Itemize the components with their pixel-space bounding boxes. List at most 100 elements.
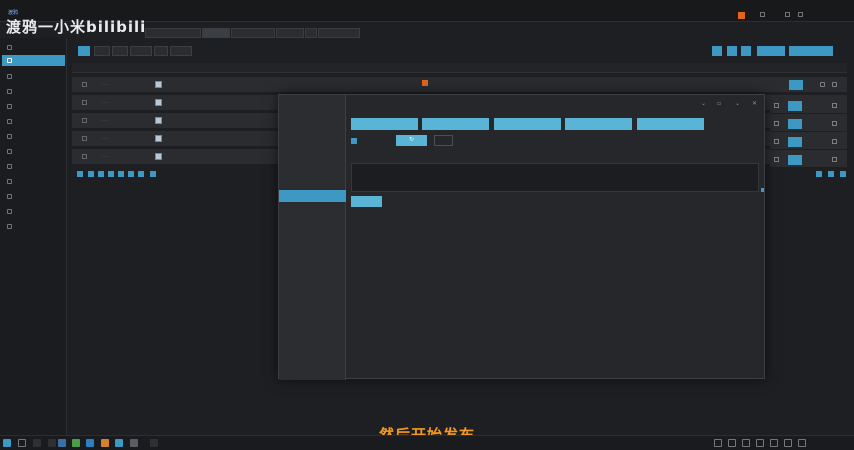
search-icon[interactable] — [18, 439, 26, 447]
row-edit-icon[interactable] — [774, 103, 779, 108]
table-row-right[interactable] — [770, 134, 847, 150]
page-last-button[interactable] — [128, 171, 134, 177]
table-row[interactable]: · · · — [72, 77, 847, 93]
sidebar-item[interactable] — [2, 116, 65, 127]
sidebar-item[interactable] — [2, 86, 65, 97]
row-checkbox[interactable] — [82, 118, 87, 123]
start-icon[interactable] — [3, 439, 11, 447]
tab-item[interactable] — [305, 28, 317, 38]
dialog-nav-item-active[interactable] — [279, 190, 346, 202]
dialog-nav-item[interactable] — [279, 165, 346, 177]
close-icon[interactable]: ✕ — [752, 100, 757, 107]
dialog-nav-item[interactable] — [279, 99, 346, 111]
app-icon[interactable] — [130, 439, 138, 447]
row-more-icon[interactable] — [832, 121, 837, 126]
page-first-button[interactable] — [77, 171, 83, 177]
edit-button[interactable] — [727, 46, 737, 56]
row-edit-icon[interactable] — [774, 121, 779, 126]
dialog-nav-item[interactable] — [279, 205, 346, 217]
scroll-handle[interactable] — [761, 188, 764, 192]
tab-item-active[interactable] — [202, 28, 230, 38]
log-output[interactable] — [351, 163, 759, 192]
sidebar-item[interactable] — [2, 191, 65, 202]
action-button[interactable] — [789, 46, 833, 56]
row-tag[interactable] — [788, 155, 802, 165]
app-icon[interactable] — [48, 439, 56, 447]
tray-icon[interactable] — [714, 439, 722, 447]
help-icon[interactable] — [785, 12, 790, 17]
tray-icon[interactable] — [770, 439, 778, 447]
action-button[interactable] — [565, 118, 632, 130]
window-icon[interactable] — [798, 12, 803, 17]
page-number-button[interactable] — [98, 171, 104, 177]
settings-icon[interactable] — [760, 12, 765, 17]
row-more-icon[interactable] — [832, 82, 837, 87]
delete-button[interactable] — [741, 46, 751, 56]
app-icon[interactable] — [150, 439, 158, 447]
dialog-nav-item[interactable] — [279, 133, 346, 145]
add-button[interactable] — [712, 46, 722, 56]
collapse-icon[interactable]: ⌄ — [735, 100, 740, 107]
toolbar-button[interactable] — [154, 46, 168, 56]
row-checkbox[interactable] — [82, 100, 87, 105]
sidebar-item[interactable] — [2, 71, 65, 82]
toolbar-button[interactable] — [94, 46, 110, 56]
tab-item[interactable] — [318, 28, 360, 38]
tray-icon[interactable] — [742, 439, 750, 447]
sidebar-item[interactable] — [2, 206, 65, 217]
expand-icon[interactable]: ▫ — [717, 100, 721, 107]
action-button[interactable] — [351, 118, 418, 130]
sidebar-item[interactable] — [2, 146, 65, 157]
dialog-nav-item[interactable] — [279, 150, 346, 162]
page-jump-button[interactable] — [150, 171, 156, 177]
page-size-select[interactable] — [138, 171, 144, 177]
row-tag[interactable] — [788, 137, 802, 147]
sidebar-item[interactable] — [2, 161, 65, 172]
option-checkbox[interactable] — [351, 138, 357, 144]
toolbar-button[interactable] — [170, 46, 192, 56]
tab-item[interactable] — [145, 28, 201, 38]
table-row-right[interactable] — [770, 116, 847, 132]
secondary-button[interactable] — [434, 135, 453, 146]
notification-icon[interactable] — [738, 12, 745, 19]
row-edit-icon[interactable] — [774, 157, 779, 162]
sidebar-item[interactable] — [2, 131, 65, 142]
row-edit-icon[interactable] — [820, 82, 825, 87]
row-checkbox[interactable] — [82, 136, 87, 141]
tray-icon[interactable] — [756, 439, 764, 447]
row-checkbox[interactable] — [82, 82, 87, 87]
page-next-button[interactable] — [118, 171, 124, 177]
dialog-nav-item[interactable] — [279, 117, 346, 129]
row-edit-icon[interactable] — [774, 139, 779, 144]
tab-item[interactable] — [231, 28, 275, 38]
sidebar-item[interactable] — [2, 42, 65, 53]
table-row-right[interactable] — [770, 98, 847, 114]
sidebar-item[interactable] — [2, 221, 65, 232]
app-icon[interactable] — [86, 439, 94, 447]
taskview-icon[interactable] — [33, 439, 41, 447]
sidebar-item-active[interactable] — [2, 55, 65, 66]
page-action-button[interactable] — [840, 171, 846, 177]
toolbar-button[interactable] — [112, 46, 128, 56]
sidebar-item[interactable] — [2, 101, 65, 112]
toolbar-button[interactable] — [130, 46, 152, 56]
app-icon[interactable] — [101, 439, 109, 447]
page-prev-button[interactable] — [88, 171, 94, 177]
page-number-button[interactable] — [108, 171, 114, 177]
sidebar-item[interactable] — [2, 176, 65, 187]
action-button[interactable] — [757, 46, 785, 56]
action-button[interactable] — [494, 118, 561, 130]
table-row-right[interactable] — [770, 152, 847, 168]
refresh-button[interactable]: ↻ — [396, 135, 427, 146]
volume-icon[interactable] — [798, 439, 806, 447]
action-button[interactable] — [637, 118, 704, 130]
row-more-icon[interactable] — [832, 157, 837, 162]
row-tag[interactable] — [788, 101, 802, 111]
tray-icon[interactable] — [728, 439, 736, 447]
page-action-button[interactable] — [828, 171, 834, 177]
row-tag[interactable] — [789, 80, 803, 90]
minimize-icon[interactable]: ⌄ — [701, 100, 706, 107]
app-icon[interactable] — [58, 439, 66, 447]
tab-item[interactable] — [276, 28, 304, 38]
row-more-icon[interactable] — [832, 103, 837, 108]
